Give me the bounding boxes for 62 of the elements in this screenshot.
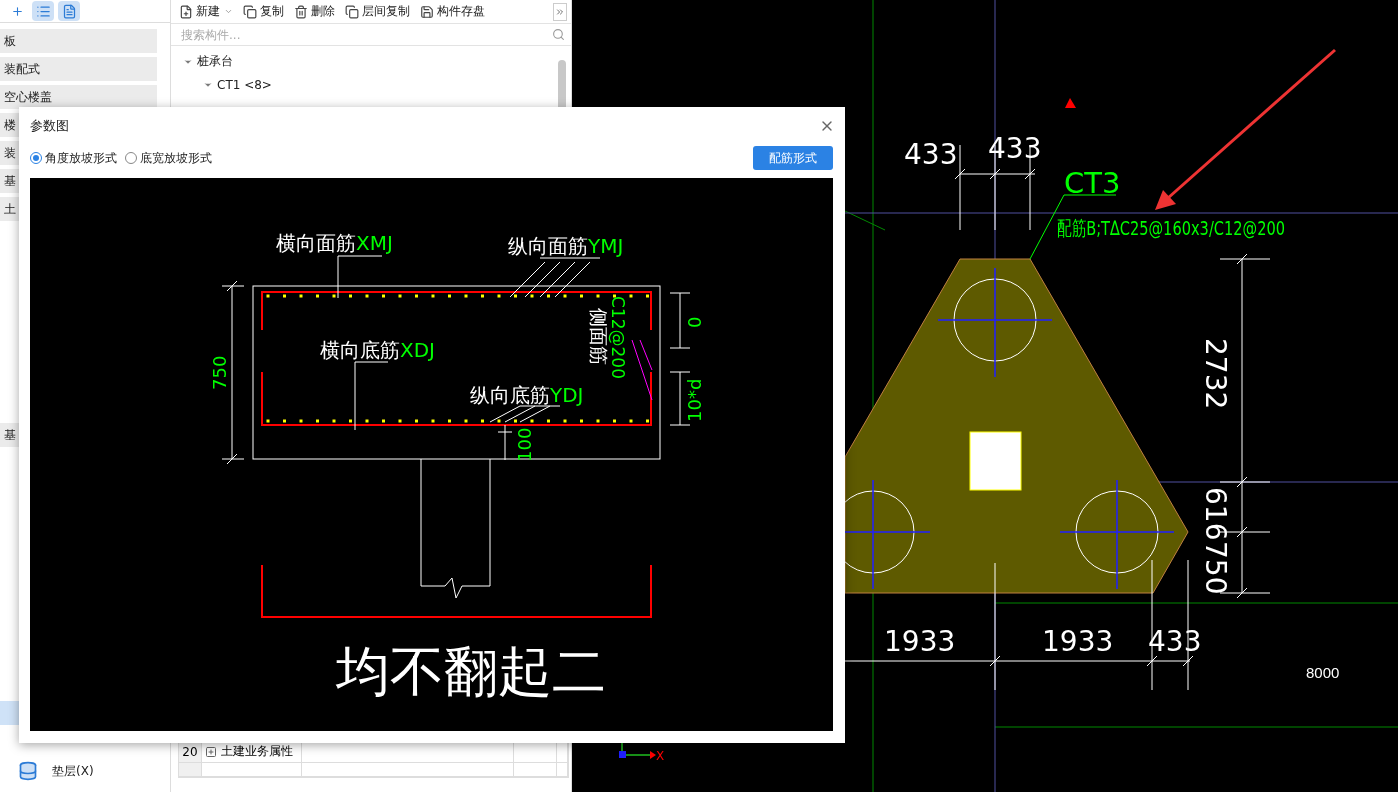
dialog-title: 参数图 xyxy=(30,117,69,135)
dimension-text: 1933 xyxy=(884,625,956,658)
search-icon[interactable] xyxy=(552,28,565,41)
member-label: CT3 xyxy=(1064,166,1121,200)
dimension-text: 750 xyxy=(209,355,230,390)
dimension-text: 433 xyxy=(904,138,958,171)
column-shape xyxy=(969,431,1022,491)
grid-dimension: 8000 xyxy=(1306,664,1340,681)
dimension-text: 0 xyxy=(684,316,705,328)
save-icon[interactable] xyxy=(420,4,434,19)
dimension-text: 433 xyxy=(1148,625,1202,658)
layer-icon xyxy=(18,761,38,781)
form-icon[interactable] xyxy=(58,1,80,21)
rebar-spec: C12@200 xyxy=(608,296,628,379)
category-item[interactable]: 装配式 xyxy=(0,57,157,81)
copy-icon[interactable] xyxy=(345,4,359,19)
leader-line xyxy=(631,339,653,401)
expand-icon[interactable] xyxy=(205,745,217,758)
toolbar-button[interactable]: 新建 xyxy=(179,3,220,20)
row-number: 20 xyxy=(179,741,202,762)
dimension-text: 433 xyxy=(988,132,1042,165)
rebar-label: 纵向底筋YDJ xyxy=(470,383,584,407)
dimension-text: 100 xyxy=(514,427,535,462)
more-button[interactable] xyxy=(553,2,567,21)
caret-icon[interactable] xyxy=(224,7,233,16)
dimension-text: 2732 xyxy=(1199,338,1232,410)
toolbar-button[interactable]: 层间复制 xyxy=(345,3,410,20)
leader-line xyxy=(354,361,389,431)
radio-option[interactable]: 底宽放坡形式 xyxy=(125,149,212,167)
category-item[interactable]: 空心楼盖 xyxy=(0,85,157,109)
dimension-line xyxy=(497,424,513,461)
axis-label: X xyxy=(656,749,665,763)
property-label: 土建业务属性 xyxy=(221,743,293,760)
tree-item[interactable]: CT1 <8> xyxy=(217,77,272,92)
rebar-label: 横向底筋XDJ xyxy=(320,338,435,362)
leader-line xyxy=(489,405,561,423)
trash-icon[interactable] xyxy=(294,4,308,19)
caption-text: 均不翻起二 xyxy=(336,640,606,703)
rebar-label: 横向面筋XMJ xyxy=(276,231,393,255)
toolbar-button[interactable]: 构件存盘 xyxy=(420,3,485,20)
toolbar-button[interactable]: 删除 xyxy=(294,3,335,20)
dimension-text: 616 xyxy=(1199,487,1232,541)
chevrons-icon[interactable] xyxy=(555,6,565,17)
triangle-marker xyxy=(1065,98,1076,108)
copy-icon[interactable] xyxy=(243,4,257,19)
rebar-label: 侧面筋 xyxy=(588,308,610,365)
tree-item[interactable]: 桩承台 xyxy=(197,53,233,70)
new-file-icon[interactable] xyxy=(179,4,193,19)
list-icon[interactable] xyxy=(32,1,54,21)
category-item[interactable]: 板 xyxy=(0,29,157,53)
list-item[interactable]: 垫层(X) xyxy=(52,762,94,780)
dimension-text: 750 xyxy=(1199,541,1232,595)
rebar-label: 纵向面筋YMJ xyxy=(508,234,624,258)
rebar-form-button[interactable]: 配筋形式 xyxy=(753,146,833,170)
search-field[interactable]: 搜索构件... xyxy=(179,26,552,43)
radio-option[interactable]: 角度放坡形式 xyxy=(30,149,117,167)
leader-line xyxy=(337,255,383,299)
dimension-text: 10*d xyxy=(684,378,705,422)
axis-icon xyxy=(619,741,656,759)
toolbar-button[interactable]: 复制 xyxy=(243,3,284,20)
rebar-spec: 配筋B;T∆C25@160x3/C12@200 xyxy=(1057,216,1370,240)
dimension-text: 1933 xyxy=(1042,625,1114,658)
